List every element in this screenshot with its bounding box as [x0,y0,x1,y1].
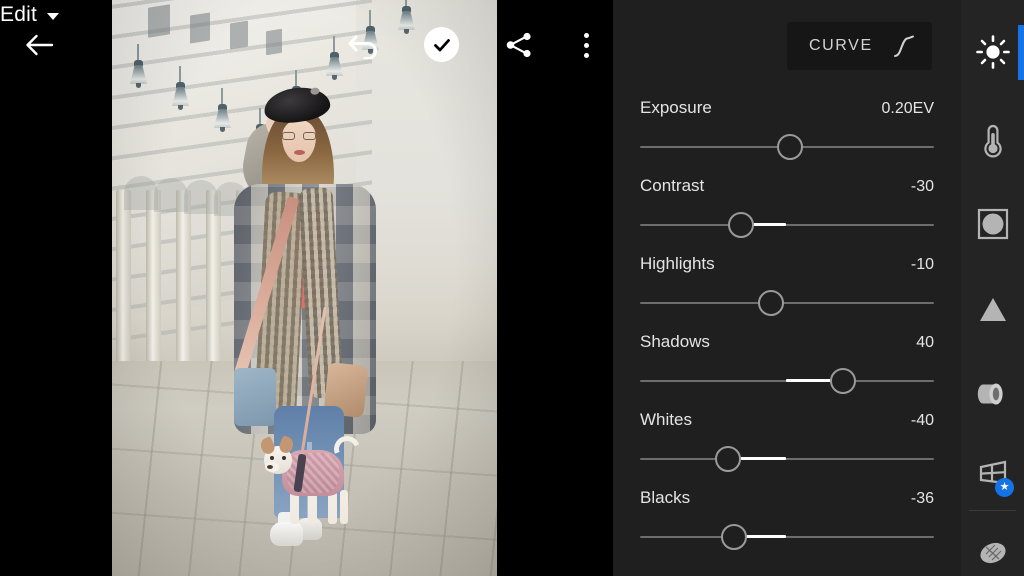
rail-item-geometry[interactable]: ★ [961,442,1024,505]
slider-value: -40 [910,412,934,429]
glasses-icon [282,132,316,140]
slider-value: -30 [910,178,934,195]
curve-row: CURVE [613,0,961,88]
more-vertical-icon [583,52,589,58]
slider-track[interactable] [640,224,934,226]
lips [294,150,305,155]
slider-track[interactable] [640,536,934,538]
rail-item-color[interactable] [961,108,1024,171]
tone-curve-icon [893,35,914,57]
slider-label: Exposure [640,98,712,117]
slider-label: Whites [640,410,692,429]
slider-contrast[interactable]: Contrast -30 [613,166,961,244]
slider-header: Exposure 0.20EV [640,98,934,118]
slider-thumb[interactable] [715,446,742,472]
slider-exposure[interactable]: Exposure 0.20EV [613,88,961,166]
slider-shadows[interactable]: Shadows 40 [613,322,961,400]
color-thermometer-icon [983,124,1002,157]
rail-divider [969,510,1016,511]
back-arrow-icon [26,34,54,56]
slider-list: Exposure 0.20EV Contrast -30 Highlights -10 Sh… [613,88,961,556]
slider-label: Shadows [640,332,710,351]
share-button[interactable] [500,26,538,64]
more-options-button[interactable] [568,24,604,66]
healing-brush-icon [979,542,1006,563]
dog-nose [267,465,273,469]
slider-whites[interactable]: Whites -40 [613,400,961,478]
curve-button[interactable]: CURVE [787,22,932,70]
premium-star-icon: ★ [995,478,1014,497]
detail-triangle-icon [979,297,1006,321]
slider-track-area[interactable] [640,524,934,550]
slider-track-area[interactable] [640,446,934,472]
slider-header: Contrast -30 [640,176,934,196]
slider-value: -10 [910,256,934,273]
undo-icon [348,35,377,59]
slider-blacks[interactable]: Blacks -36 [613,478,961,556]
slider-label: Contrast [640,176,705,195]
slider-header: Highlights -10 [640,254,934,274]
light-sun-icon [975,34,1010,69]
top-toolbar: Edit [0,0,613,90]
slider-highlights[interactable]: Highlights -10 [613,244,961,322]
tool-rail: ★ [961,0,1024,576]
undo-button[interactable] [342,22,386,66]
slider-thumb[interactable] [776,134,803,160]
slider-header: Shadows 40 [640,332,934,352]
confirm-button[interactable] [424,27,459,62]
slider-track-area[interactable] [640,290,934,316]
effects-vignette-icon [977,208,1008,239]
back-button[interactable] [16,22,62,68]
slider-header: Blacks -36 [640,488,934,508]
more-vertical-icon [583,32,589,38]
dog-subject [258,306,370,544]
curve-label: CURVE [809,37,873,54]
dog-eye [282,456,286,460]
rail-item-effects[interactable] [961,192,1024,255]
rail-item-healing[interactable] [961,520,1024,576]
street-lamp [214,88,231,132]
share-icon [506,32,531,58]
blue-bag [234,368,276,426]
dog-eye [270,456,274,460]
slider-label: Highlights [640,254,715,273]
slider-track-area[interactable] [640,212,934,238]
slider-thumb[interactable] [728,212,755,238]
checkmark-icon [433,38,450,51]
slider-label: Blacks [640,488,691,507]
slider-value: 0.20EV [881,100,934,117]
lightroom-edit-screen: Edit CURVE Exposure 0.20EV Contrast -30 … [0,0,1024,576]
slider-thumb[interactable] [829,368,856,394]
slider-value: 40 [916,334,934,351]
adjustment-panel: CURVE Exposure 0.20EV Contrast -30 Highlight… [613,0,961,576]
slider-track[interactable] [640,302,934,304]
slider-thumb[interactable] [757,290,784,316]
slider-track-area[interactable] [640,134,934,160]
beret-hat [262,84,332,126]
slider-track-area[interactable] [640,368,934,394]
chevron-down-icon [47,13,59,20]
optics-lens-icon [977,383,1003,404]
more-vertical-icon [583,42,589,48]
slider-thumb[interactable] [721,524,748,550]
slider-header: Whites -40 [640,410,934,430]
slider-track[interactable] [640,458,934,460]
rail-item-optics[interactable] [961,362,1024,425]
rail-item-light[interactable] [961,20,1024,83]
rail-item-detail[interactable] [961,278,1024,341]
slider-value: -36 [910,490,934,507]
